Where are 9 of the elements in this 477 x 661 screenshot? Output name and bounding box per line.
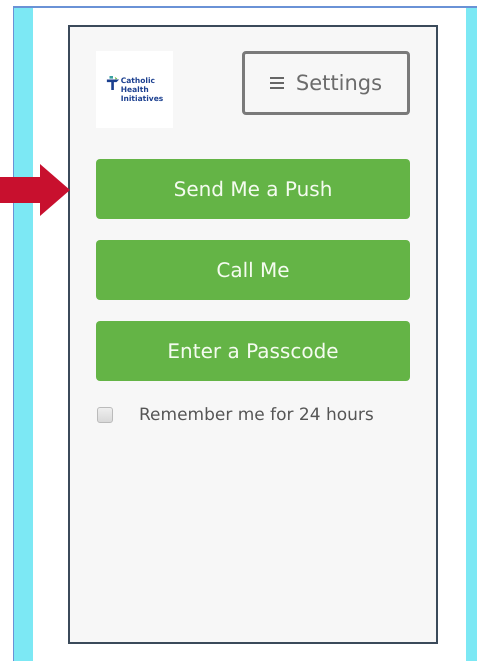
auth-option-button[interactable]: Send Me a Push bbox=[96, 159, 410, 219]
pointer-arrow-icon bbox=[0, 164, 70, 216]
menu-icon bbox=[270, 77, 284, 89]
remember-label: Remember me for 24 hours bbox=[139, 405, 374, 425]
auth-option-button[interactable]: Enter a Passcode bbox=[96, 321, 410, 381]
auth-option-button[interactable]: Call Me bbox=[96, 240, 410, 300]
settings-button[interactable]: Settings bbox=[242, 51, 410, 115]
remember-checkbox[interactable] bbox=[97, 407, 113, 423]
cross-logo-icon bbox=[106, 74, 120, 90]
